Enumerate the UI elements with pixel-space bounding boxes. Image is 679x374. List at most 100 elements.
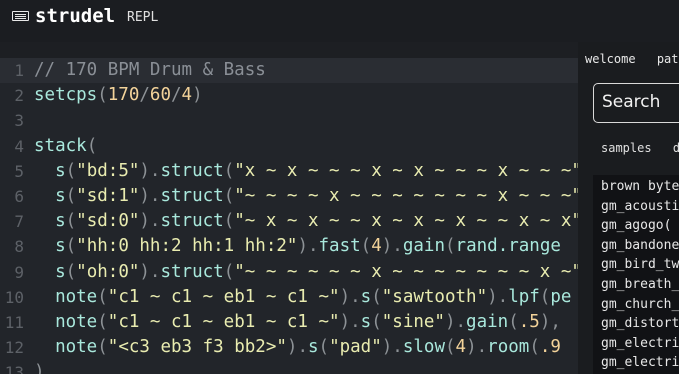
- code-token: ).: [466, 337, 488, 358]
- code-token: (: [223, 160, 235, 181]
- code-token: /: [171, 85, 182, 106]
- code-editor[interactable]: 1// 170 BPM Drum & Bass 2 setcps(170/60/4)…: [0, 42, 578, 374]
- sample-item[interactable]: gm_electri: [601, 334, 679, 354]
- code-token: (: [223, 261, 235, 282]
- code-token: // 170 BPM Drum & Bass: [34, 60, 266, 80]
- code-token: (: [508, 312, 519, 332]
- code-token: (: [65, 236, 77, 257]
- code-token: (: [371, 312, 382, 332]
- code-line[interactable]: 3: [0, 108, 578, 133]
- code-token: .5: [518, 312, 540, 332]
- code-token: room: [487, 337, 530, 358]
- sample-item[interactable]: brown byte: [601, 177, 679, 197]
- editor-top-strip: [0, 42, 578, 58]
- code-line[interactable]: 10 note("c1 ~ c1 ~ eb1 ~ c1 ~").s("sawto…: [0, 285, 578, 310]
- tab-patterns[interactable]: patt: [657, 52, 679, 66]
- code-token: "oh:0": [76, 261, 140, 282]
- sample-item[interactable]: gm_breath_: [601, 275, 679, 295]
- line-code: note("c1 ~ c1 ~ eb1 ~ c1 ~").s("sine").g…: [34, 310, 561, 335]
- code-token: (: [445, 337, 456, 358]
- line-number: 2: [14, 86, 24, 106]
- terminal-icon: [12, 11, 29, 21]
- code-token: (: [65, 186, 77, 206]
- side-panel: welcome patt samples dr brown bytegm_aco…: [578, 42, 679, 374]
- code-token: setcps: [34, 85, 98, 106]
- tab-welcome[interactable]: welcome: [585, 52, 636, 66]
- sound-subtabs: samples dr: [601, 141, 679, 155]
- code-line[interactable]: 11 note("c1 ~ c1 ~ eb1 ~ c1 ~").s("sine"…: [0, 310, 578, 335]
- code-line[interactable]: 7 s("sd:0").struct("~ x ~ x ~ ~ x ~ x ~ …: [0, 209, 578, 234]
- code-token: s: [360, 286, 372, 307]
- sample-item[interactable]: gm_distort: [601, 314, 679, 334]
- code-token: (: [65, 261, 77, 282]
- code-token: ).: [339, 312, 361, 332]
- code-token: s: [307, 337, 319, 358]
- code-token: gain: [402, 236, 445, 257]
- code-token: ).: [381, 236, 403, 257]
- code-token: struct: [160, 211, 224, 232]
- code-token: (: [65, 160, 77, 181]
- code-token: .9: [539, 337, 561, 358]
- code-token: "sine": [381, 312, 445, 332]
- code-token: s: [55, 236, 66, 257]
- line-number: 3: [14, 111, 24, 131]
- code-token: "pad": [329, 337, 382, 358]
- code-token: s: [55, 160, 66, 181]
- app-title: strudel: [35, 5, 116, 27]
- code-line[interactable]: 2 setcps(170/60/4): [0, 83, 578, 108]
- code-line[interactable]: 1 // 170 BPM Drum & Bass: [0, 58, 578, 83]
- line-number: 9: [14, 262, 24, 282]
- app-subtitle: REPL: [127, 10, 159, 25]
- code-line[interactable]: 6 s("sd:1").struct("~ ~ ~ ~ x ~ ~ ~ ~ ~ …: [0, 184, 578, 209]
- sample-item[interactable]: gm_agogo(: [601, 216, 671, 236]
- line-code: s("bd:5").struct("x ~ x ~ ~ ~ x ~ x ~ ~ …: [34, 159, 578, 184]
- line-code: setcps(170/60/4): [34, 83, 203, 108]
- code-token: (: [223, 186, 235, 206]
- sample-item[interactable]: gm_acousti: [601, 197, 679, 217]
- code-line[interactable]: 4 stack(: [0, 134, 578, 159]
- code-token: s: [360, 312, 372, 332]
- code-token: 170: [107, 85, 140, 106]
- code-token: ).: [286, 337, 308, 358]
- code-token: note: [55, 286, 98, 307]
- sample-item[interactable]: gm_electri: [601, 353, 679, 373]
- line-code: // 170 BPM Drum & Bass: [34, 58, 266, 83]
- code-line[interactable]: 5 s("bd:5").struct("x ~ x ~ ~ ~ x ~ x ~ …: [0, 159, 578, 184]
- search-input[interactable]: [602, 92, 679, 112]
- code-token: (: [360, 236, 372, 257]
- code-line[interactable]: 13): [0, 360, 578, 374]
- code-token: (: [318, 337, 330, 358]
- code-token: ).: [339, 286, 361, 307]
- code-token: gain: [466, 312, 509, 332]
- sample-item[interactable]: gm_bird_tw: [601, 255, 679, 275]
- line-number: 6: [14, 187, 24, 206]
- code-token: "~ ~ ~ ~ x ~ ~ ~ ~ ~ ~ ~ x ~ ~ ~": [234, 186, 578, 206]
- sample-item[interactable]: gm_bandone: [601, 236, 679, 256]
- line-code: note("<c3 eb3 f3 bb2>").s("pad").slow(4)…: [34, 335, 561, 360]
- line-number: 8: [14, 237, 24, 257]
- code-token: s: [55, 211, 66, 232]
- subtab-samples[interactable]: samples: [601, 141, 652, 155]
- code-token: ): [34, 362, 45, 374]
- code-token: ),: [539, 312, 561, 332]
- code-token: rand.range: [455, 236, 561, 257]
- code-line[interactable]: 9 s("oh:0").struct("~ ~ ~ ~ ~ ~ x ~ ~ ~ …: [0, 260, 578, 285]
- code-token: (: [97, 85, 108, 106]
- sample-list: brown byte gm_acousti gm_agogo(gm_bandone g…: [593, 175, 679, 374]
- code-token: "c1 ~ c1 ~ eb1 ~ c1 ~": [107, 312, 340, 332]
- sample-item[interactable]: gm_church_: [601, 295, 679, 315]
- code-token: ).: [139, 186, 161, 206]
- code-line[interactable]: 12 note("<c3 eb3 f3 bb2>").s("pad").slow…: [0, 335, 578, 360]
- code-token: s: [55, 261, 66, 282]
- line-code: s("oh:0").struct("~ ~ ~ ~ ~ ~ x ~ ~ ~ ~ …: [34, 260, 578, 285]
- line-number: 13: [4, 363, 24, 374]
- code-line[interactable]: 8 s("hh:0 hh:2 hh:1 hh:2").fast(4).gain(…: [0, 234, 578, 259]
- code-token: (: [65, 211, 77, 232]
- line-code: s("hh:0 hh:2 hh:1 hh:2").fast(4).gain(ra…: [34, 234, 561, 259]
- subtab-drums[interactable]: dr: [673, 141, 679, 155]
- code-token: ).: [487, 286, 509, 307]
